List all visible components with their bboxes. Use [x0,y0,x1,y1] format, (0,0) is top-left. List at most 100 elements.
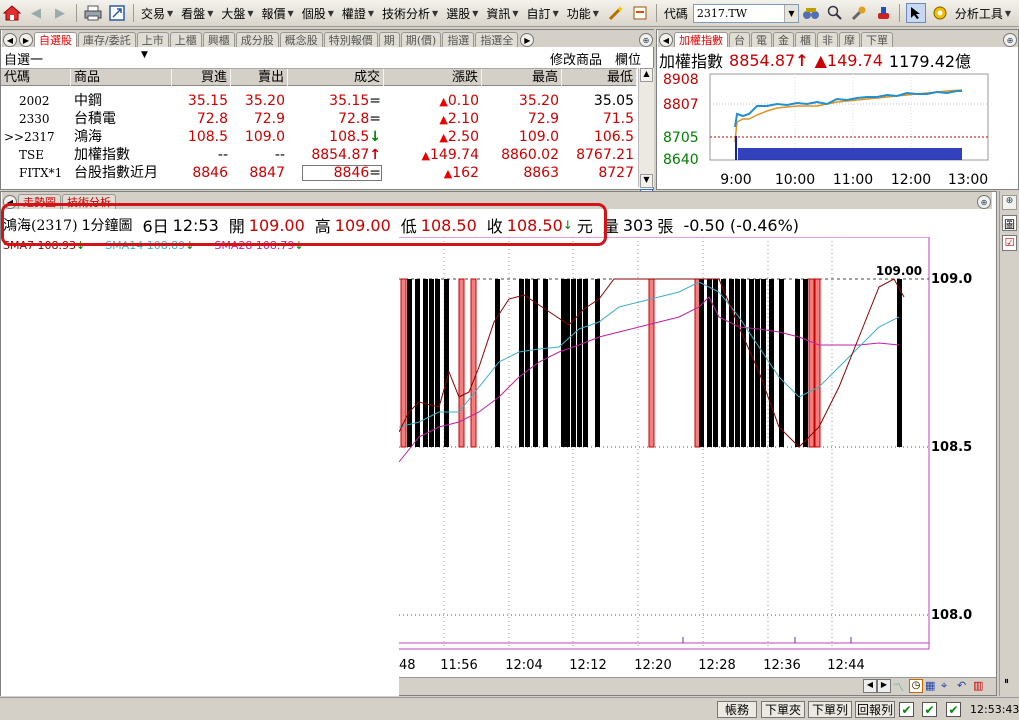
chevron-down-icon[interactable]: ▼ [783,4,798,22]
code-input[interactable]: 2317.TW ▼ [692,3,799,23]
tab-inventory[interactable]: 庫存/委託 [78,32,136,47]
menu-watch[interactable]: 看盤 ▼ [181,5,213,22]
col-bid[interactable]: 買進 [172,69,231,86]
order-folder-button[interactable]: 下單夾 [761,701,805,718]
undo-icon[interactable]: ↶ [957,679,971,693]
line-chart-icon[interactable]: 〽 [893,679,907,694]
tab-trend-chart[interactable]: 走勢圖 [18,194,61,209]
tab-order[interactable]: 下單 [861,32,893,47]
tab-technical-analysis[interactable]: 技術分析 [62,194,116,209]
note-icon[interactable] [630,3,650,23]
tab-prev-icon[interactable]: ◀ [3,195,17,209]
pointer-icon[interactable] [905,3,926,23]
forward-icon[interactable]: ▶ [50,3,70,23]
tab-index-options[interactable]: 指選 [442,32,475,47]
check-icon[interactable]: ✔ [922,702,937,717]
report-bar-button[interactable]: 回報列 [855,701,895,718]
tab-listed[interactable]: 上市 [136,32,169,47]
menu-warrant[interactable]: 權證 ▼ [342,5,374,22]
clock-icon[interactable]: ◷ [909,679,923,693]
check-icon[interactable]: ✔ [946,702,961,717]
col-code[interactable]: 代碼 [1,69,71,86]
binoculars-icon[interactable] [801,3,821,23]
side-tab-chart[interactable]: 圖 [1002,215,1017,231]
tab-prev-icon[interactable]: ◀ [3,33,17,47]
back-icon[interactable]: ◀ [26,3,46,23]
scroll-up-icon[interactable]: ▲ [640,68,653,82]
menu-stock[interactable]: 個股 ▼ [302,5,334,22]
tab-special-quote[interactable]: 特別報價 [323,32,378,47]
col-ask[interactable]: 賣出 [231,69,288,86]
order-bar-button[interactable]: 下單列 [808,701,852,718]
tab-watchlist[interactable]: 自選股 [34,32,77,47]
tab-taiex[interactable]: 加權指數 [674,32,728,47]
menu-analysis-tools[interactable]: 分析工具 ▼ [955,5,1011,22]
col-last[interactable]: 成交 [288,69,384,86]
quote-row[interactable]: FITX*1 台股指數近月 8846 8847 8846= ▲162 8863 … [1,164,637,182]
period-select[interactable]: 1分鐘圖 [82,215,133,235]
quote-row[interactable]: TSE 加權指數 -- -- 8854.87↑ ▲149.74 8860.02 … [1,146,637,164]
menu-quote[interactable]: 報價 ▼ [262,5,294,22]
stamp-icon[interactable] [873,3,893,23]
zoom-icon[interactable]: ⊕ [977,195,991,209]
group-select[interactable]: 自選一 [4,49,43,68]
tools-icon[interactable] [849,3,869,23]
home-icon[interactable] [2,3,22,23]
tab-msci[interactable]: 摩 [839,32,860,47]
menu-function[interactable]: 功能 ▼ [567,5,599,22]
tab-tw[interactable]: 台 [729,32,750,47]
pause-icon[interactable]: ⏸ [1004,676,1016,692]
menu-label: 大盤 [221,6,246,21]
menu-screener[interactable]: 選股 ▼ [446,5,478,22]
tab-next-icon[interactable]: ▶ [19,33,33,47]
scroll-right-icon[interactable]: ▶ [877,679,891,693]
menu-info[interactable]: 資訊 ▼ [486,5,518,22]
tab-index-options-all[interactable]: 指選全 [475,32,519,47]
tab-emerging[interactable]: 興櫃 [202,32,235,47]
tab-components[interactable]: 成分股 [235,32,279,47]
bar-chart-icon[interactable]: ▥ [973,679,987,693]
quote-scrollbar[interactable]: ▲ ▼ ↻ [638,68,654,202]
tab-more-icon[interactable]: ▶ [520,33,535,47]
price-chart[interactable]: 109.00 109.0 108.5 108.0 48 11:56 12:04 … [399,237,997,677]
tab-futures-price[interactable]: 期(價) [400,32,442,47]
menu-tech-analysis[interactable]: 技術分析 ▼ [382,5,438,22]
zoom-icon[interactable]: ⊕ [1003,33,1017,47]
menu-market[interactable]: 大盤 ▼ [221,5,253,22]
tab-finance[interactable]: 金 [773,32,794,47]
print-icon[interactable] [83,3,103,23]
analysis-icon[interactable] [930,3,950,23]
col-change[interactable]: 漲跌 [384,69,482,86]
menu-trade[interactable]: 交易 ▼ [141,5,173,22]
tab-non[interactable]: 非 [817,32,838,47]
col-low[interactable]: 最低 [562,69,637,86]
zoom-icon[interactable]: ⊕ [1002,195,1017,210]
chevron-down-icon[interactable]: ▼ [141,50,148,60]
scroll-down-icon[interactable]: ▼ [640,174,653,188]
col-high[interactable]: 最高 [482,69,562,86]
tab-electronics[interactable]: 電 [751,32,772,47]
accounts-button[interactable]: 帳務 [717,701,757,718]
scroll-left-icon[interactable]: ◀ [863,679,877,693]
index-x-tick: 13:00 [948,172,988,188]
quote-row[interactable]: 2002 中鋼 35.15 35.20 35.15= ▲0.10 35.20 3… [1,92,637,110]
wand-icon[interactable] [606,3,626,23]
grid-icon[interactable]: ▦ [925,679,939,693]
check-icon[interactable]: ✔ [899,702,914,717]
menu-custom[interactable]: 自訂 ▼ [527,5,559,22]
modify-items-button[interactable]: 修改商品 [550,49,602,68]
crosshair-icon[interactable]: ⌖ [941,679,955,693]
window-icon[interactable] [107,3,127,23]
tab-prev-icon[interactable]: ◀ [659,33,673,47]
tab-concept[interactable]: 概念股 [279,32,323,47]
quote-row[interactable]: >>2317 鴻海 108.5 109.0 108.5↓ ▲2.50 109.0… [1,128,637,146]
zoom-icon[interactable]: ⊕ [639,33,653,47]
col-name[interactable]: 商品 [71,69,172,86]
tab-otc[interactable]: 上櫃 [169,32,202,47]
search-icon[interactable] [825,3,845,23]
quote-row[interactable]: 2330 台積電 72.8 72.9 72.8= ▲2.10 72.9 71.5 [1,110,637,128]
tab-otc-index[interactable]: 櫃 [795,32,816,47]
checkbox-icon[interactable]: ☑ [1002,235,1017,251]
fields-button[interactable]: 欄位 [615,49,641,68]
tab-futures[interactable]: 期 [378,32,400,47]
